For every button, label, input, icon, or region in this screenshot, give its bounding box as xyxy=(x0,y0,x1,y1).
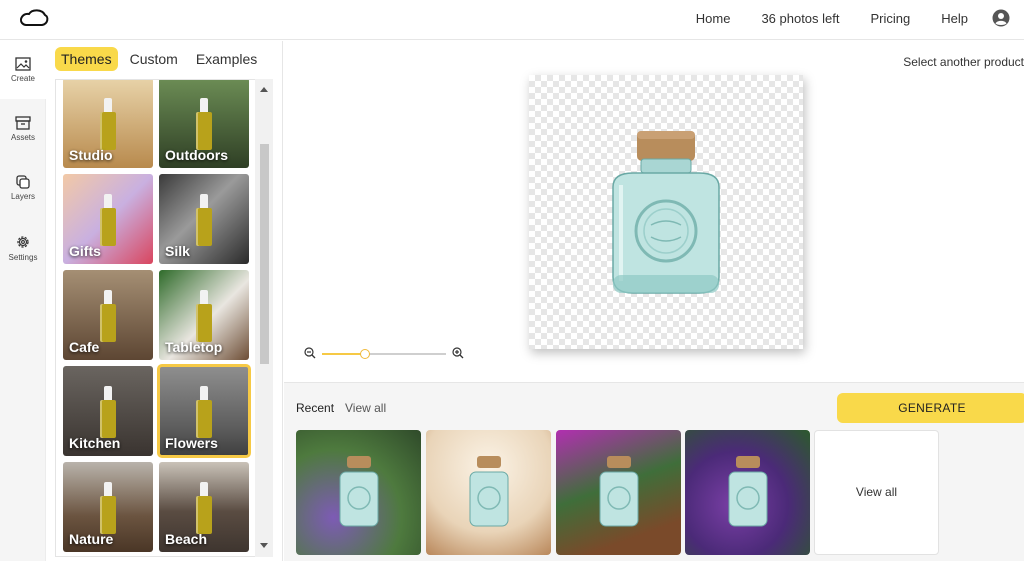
top-nav: Home 36 photos left Pricing Help xyxy=(696,0,1010,36)
canvas-area: Select another product xyxy=(284,41,1024,381)
themes-panel: Themes Custom Examples Studio Outdoors G… xyxy=(47,41,283,561)
bottle-image xyxy=(196,194,212,246)
theme-tile-kitchen[interactable]: Kitchen xyxy=(63,366,153,456)
zoom-slider[interactable] xyxy=(322,349,446,359)
tab-themes[interactable]: Themes xyxy=(55,47,118,71)
rail-label-create: Create xyxy=(10,74,35,83)
profile-icon[interactable] xyxy=(992,9,1010,27)
glass-jar-product-image xyxy=(599,456,639,527)
scroll-up-arrow-icon[interactable] xyxy=(260,87,268,92)
photos-left-counter[interactable]: 36 photos left xyxy=(761,11,839,26)
zoom-slider-fill xyxy=(322,353,366,355)
bottle-image xyxy=(100,386,116,438)
zoom-control xyxy=(304,347,474,363)
select-another-product-link[interactable]: Select another product xyxy=(903,55,1024,69)
theme-tile-silk[interactable]: Silk xyxy=(159,174,249,264)
theme-label-nature: Nature xyxy=(69,531,114,547)
cloud-logo-icon[interactable] xyxy=(18,7,50,29)
tab-examples[interactable]: Examples xyxy=(190,47,263,71)
bottle-image xyxy=(100,482,116,534)
theme-label-kitchen: Kitchen xyxy=(69,435,121,451)
rail-item-layers[interactable]: Layers xyxy=(0,159,46,217)
glass-jar-product-image xyxy=(469,456,509,527)
zoom-slider-handle[interactable] xyxy=(360,349,371,359)
theme-label-cafe: Cafe xyxy=(69,339,100,355)
zoom-in-icon[interactable] xyxy=(452,347,464,359)
glass-jar-product-image xyxy=(612,131,720,294)
recent-thumbnail[interactable] xyxy=(685,430,810,555)
theme-label-beach: Beach xyxy=(165,531,208,547)
bottle-image xyxy=(100,194,116,246)
scroll-down-arrow-icon[interactable] xyxy=(260,543,268,548)
theme-tile-tabletop[interactable]: Tabletop xyxy=(159,270,249,360)
theme-tile-nature[interactable]: Nature xyxy=(63,462,153,552)
theme-scrollbar[interactable] xyxy=(255,79,273,557)
generate-button[interactable]: GENERATE xyxy=(837,393,1024,423)
theme-tile-outdoors[interactable]: Outdoors xyxy=(159,80,249,168)
theme-tile-studio[interactable]: Studio xyxy=(63,80,153,168)
rail-label-settings: Settings xyxy=(8,253,38,262)
bottle-image xyxy=(196,386,212,438)
left-rail: Create Assets Layers Settings xyxy=(0,41,46,561)
theme-label-studio: Studio xyxy=(69,147,113,163)
theme-tile-gifts[interactable]: Gifts xyxy=(63,174,153,264)
theme-tile-cafe[interactable]: Cafe xyxy=(63,270,153,360)
tab-custom[interactable]: Custom xyxy=(124,47,184,71)
bottle-image xyxy=(196,98,212,150)
bottle-image xyxy=(100,290,116,342)
theme-label-gifts: Gifts xyxy=(69,243,101,259)
glass-jar-product-image xyxy=(728,456,768,527)
rail-label-assets: Assets xyxy=(10,133,35,142)
layers-icon xyxy=(16,175,30,189)
image-icon xyxy=(15,57,31,71)
scrollbar-thumb[interactable] xyxy=(260,144,269,364)
top-bar: Home 36 photos left Pricing Help xyxy=(0,0,1024,40)
archive-icon xyxy=(15,116,31,130)
recent-view-all-link[interactable]: View all xyxy=(345,401,386,415)
recent-thumbnail[interactable] xyxy=(426,430,551,555)
nav-home-link[interactable]: Home xyxy=(696,11,731,26)
nav-pricing-link[interactable]: Pricing xyxy=(871,11,911,26)
view-all-card[interactable]: View all xyxy=(814,430,939,555)
recent-section: Recent View all GENERATE View all xyxy=(284,382,1024,561)
rail-item-settings[interactable]: Settings xyxy=(0,218,46,276)
theme-label-silk: Silk xyxy=(165,243,190,259)
nav-help-link[interactable]: Help xyxy=(941,11,968,26)
rail-item-assets[interactable]: Assets xyxy=(0,100,46,158)
panel-tabs: Themes Custom Examples xyxy=(55,47,269,71)
theme-label-tabletop: Tabletop xyxy=(165,339,223,355)
theme-tile-beach[interactable]: Beach xyxy=(159,462,249,552)
glass-jar-product-image xyxy=(339,456,379,527)
rail-label-layers: Layers xyxy=(10,192,35,201)
theme-tile-flowers[interactable]: Flowers xyxy=(157,364,251,458)
recent-thumbnail[interactable] xyxy=(296,430,421,555)
bottle-image xyxy=(100,98,116,150)
bottle-image xyxy=(196,290,212,342)
recent-heading: Recent xyxy=(296,401,335,415)
recent-thumbnail[interactable] xyxy=(556,430,681,555)
theme-label-flowers: Flowers xyxy=(165,435,218,451)
theme-label-outdoors: Outdoors xyxy=(165,147,228,163)
theme-grid: Studio Outdoors Gifts Silk Cafe Tabletop… xyxy=(55,79,273,557)
zoom-out-icon[interactable] xyxy=(304,347,316,359)
gear-icon xyxy=(17,236,29,248)
transparent-canvas[interactable] xyxy=(529,75,803,349)
rail-item-create[interactable]: Create xyxy=(0,41,46,99)
bottle-image xyxy=(196,482,212,534)
